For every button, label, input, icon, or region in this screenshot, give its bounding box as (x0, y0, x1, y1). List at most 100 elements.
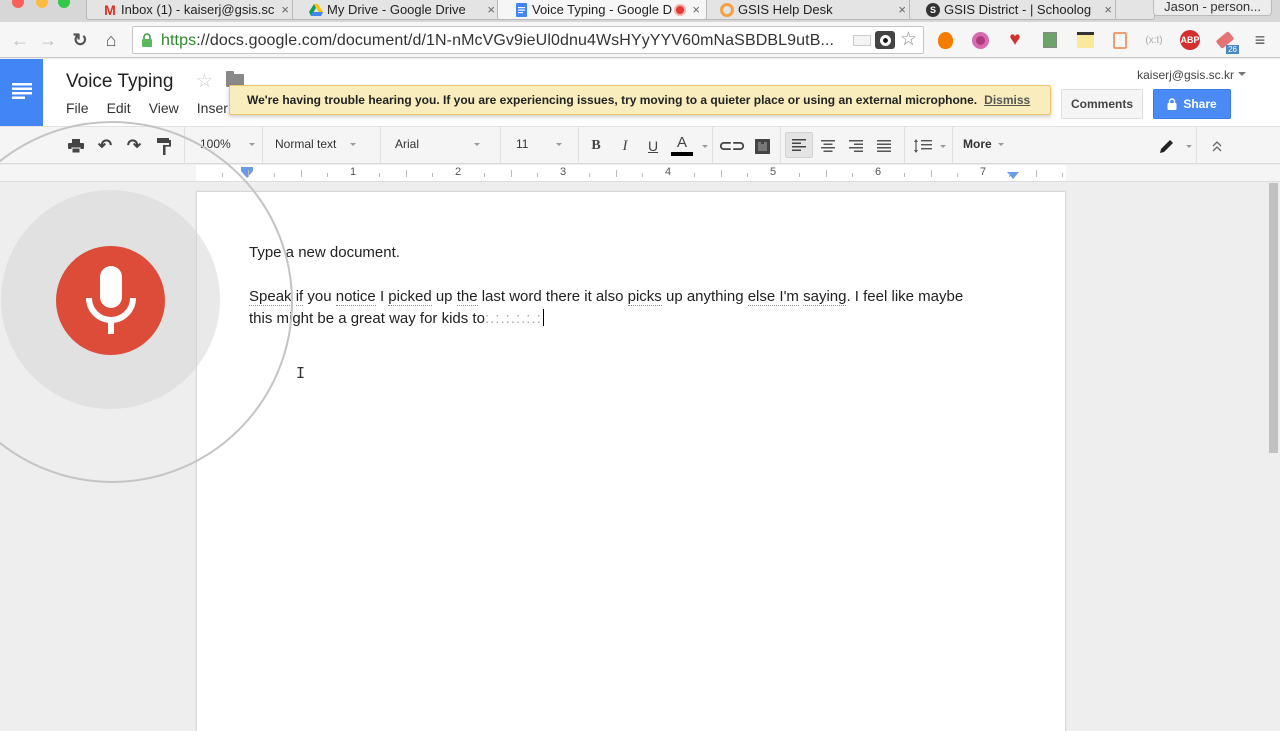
ruler-tick (274, 173, 276, 177)
window-zoom-button[interactable] (58, 0, 70, 8)
sticky-note-icon[interactable] (1075, 30, 1095, 50)
screen-capture-icon[interactable] (1040, 30, 1060, 50)
close-tab-icon[interactable]: × (1104, 2, 1112, 17)
bold-button[interactable]: B (588, 136, 604, 156)
ruler-tick (1009, 173, 1011, 177)
share-label: Share (1183, 97, 1217, 111)
chrome-menu-icon[interactable]: ≡ (1250, 30, 1270, 50)
dismiss-button[interactable]: Dismiss (984, 93, 1030, 107)
ruler-number: 1 (349, 166, 357, 178)
paragraph-style-dropdown[interactable]: Normal text (275, 137, 357, 151)
adblock-plus-icon[interactable]: ABP (1180, 30, 1200, 50)
chevron-down-icon[interactable] (1186, 145, 1192, 148)
code-extension-icon[interactable]: (x:t) (1144, 30, 1164, 50)
flagged-word[interactable]: else I'm (747, 288, 799, 306)
eye-extension-icon[interactable] (875, 31, 895, 49)
bookmark-star-icon[interactable]: ☆ (900, 28, 917, 51)
home-button[interactable]: ⌂ (101, 30, 121, 50)
docs-home-button[interactable] (0, 59, 43, 126)
window-close-button[interactable] (12, 0, 24, 8)
back-button[interactable]: ← (10, 30, 30, 50)
text-color-button[interactable]: A (670, 134, 694, 156)
align-right-button[interactable] (846, 136, 866, 156)
account-email[interactable]: kaiserj@gsis.sc.kr (1137, 68, 1234, 82)
underline-button[interactable]: U (645, 136, 661, 156)
address-bar[interactable]: https://docs.google.com/document/d/1N-nM… (132, 26, 924, 54)
document-title[interactable]: Voice Typing (66, 71, 173, 93)
flagged-word[interactable]: picks (627, 288, 662, 306)
browser-tab-drive[interactable]: My Drive - Google Drive × (292, 0, 502, 20)
line-spacing-button[interactable] (912, 136, 934, 156)
zoom-dropdown[interactable]: 100% (200, 137, 255, 151)
new-tab-button[interactable] (1115, 0, 1155, 20)
align-justify-button[interactable] (874, 136, 894, 156)
flagged-word[interactable]: saying (803, 288, 847, 306)
document-page[interactable]: Type a new document. Speak if you notice… (196, 191, 1066, 731)
profile-button[interactable]: Jason - person... (1153, 0, 1272, 16)
share-button[interactable]: Share (1153, 89, 1231, 119)
toolbar-divider (712, 127, 713, 164)
browser-tab-help-desk[interactable]: GSIS Help Desk × (703, 0, 913, 20)
forward-button[interactable]: → (38, 30, 58, 50)
text-run: you (303, 288, 336, 305)
gmail-icon: M (104, 1, 116, 18)
insert-link-icon[interactable]: ⊂⊃ (719, 136, 746, 156)
browser-toolbar: ← → ↻ ⌂ https://docs.google.com/document… (0, 22, 1280, 58)
flagged-word[interactable]: picked (388, 288, 432, 306)
tab-title: Voice Typing - Google D (532, 2, 672, 17)
ruler-tick (405, 170, 407, 177)
chevron-down-icon[interactable] (940, 145, 946, 148)
browser-tab-schoology[interactable]: S GSIS District - | Schoolog × (909, 0, 1119, 20)
print-icon[interactable] (66, 136, 86, 156)
flagged-word[interactable]: the (456, 288, 478, 306)
reload-button[interactable]: ↻ (70, 30, 90, 50)
browser-tab-gmail[interactable]: M Inbox (1) - kaiserj@gsis.sc × (86, 0, 296, 20)
menu-file[interactable]: File (66, 100, 89, 116)
chevron-down-icon[interactable] (1238, 72, 1246, 76)
url-text[interactable]: https://docs.google.com/document/d/1N-nM… (161, 32, 834, 50)
paint-format-icon[interactable] (154, 136, 174, 156)
more-button[interactable]: More (963, 137, 1004, 151)
star-icon[interactable]: ☆ (196, 70, 213, 93)
collapse-menus-icon[interactable] (1208, 136, 1226, 156)
menu-view[interactable]: View (149, 100, 179, 116)
clipboard-icon[interactable] (1110, 30, 1130, 50)
paragraph-1[interactable]: Type a new document. (249, 242, 400, 264)
close-tab-icon[interactable]: × (898, 2, 906, 17)
comments-button[interactable]: Comments (1061, 89, 1143, 119)
align-left-button[interactable] (785, 132, 813, 158)
browser-tab-voice-typing[interactable]: Voice Typing - Google D × (497, 0, 707, 20)
tab-title: My Drive - Google Drive (327, 2, 466, 17)
align-center-button[interactable] (818, 136, 838, 156)
italic-button[interactable]: I (617, 136, 633, 156)
font-size-dropdown[interactable]: 11 (516, 137, 563, 151)
insert-comment-icon[interactable] (752, 136, 772, 156)
window-minimize-button[interactable] (36, 0, 48, 8)
ruler-number: 5 (769, 166, 777, 178)
ruler-tick (694, 173, 696, 177)
redo-icon[interactable]: ↷ (124, 136, 144, 156)
undo-icon[interactable]: ↶ (95, 136, 115, 156)
camera-blocked-icon[interactable] (853, 35, 871, 46)
menu-edit[interactable]: Edit (107, 100, 131, 116)
aperture-extension-icon[interactable] (970, 30, 990, 50)
paragraph-2[interactable]: Speak if you notice I picked up the last… (249, 286, 963, 308)
flagged-word[interactable]: notice (335, 288, 376, 306)
chevron-down-icon[interactable] (702, 145, 708, 148)
scrollbar-thumb[interactable] (1269, 183, 1278, 453)
flagged-word[interactable]: Speak (249, 288, 292, 306)
text-color-label: A (676, 134, 687, 151)
close-tab-icon[interactable]: × (281, 2, 289, 17)
paragraph-2-line-2[interactable]: this might be a great way for kids to:.:… (249, 308, 545, 330)
close-tab-icon[interactable]: × (487, 2, 495, 17)
browser-tab-strip: M Inbox (1) - kaiserj@gsis.sc × My Drive… (0, 0, 1280, 22)
editing-mode-pencil-icon[interactable] (1156, 136, 1176, 156)
left-indent-handle[interactable] (241, 171, 253, 178)
menu-insert[interactable]: Inser (197, 100, 228, 116)
heart-plus-icon[interactable]: ♥ (1005, 29, 1025, 50)
font-dropdown[interactable]: Arial (395, 137, 481, 151)
voice-typing-mic-button[interactable] (56, 246, 165, 355)
close-tab-icon[interactable]: × (692, 2, 700, 17)
hola-flame-icon[interactable] (935, 30, 955, 50)
eraser-icon[interactable]: 26 (1215, 30, 1239, 54)
